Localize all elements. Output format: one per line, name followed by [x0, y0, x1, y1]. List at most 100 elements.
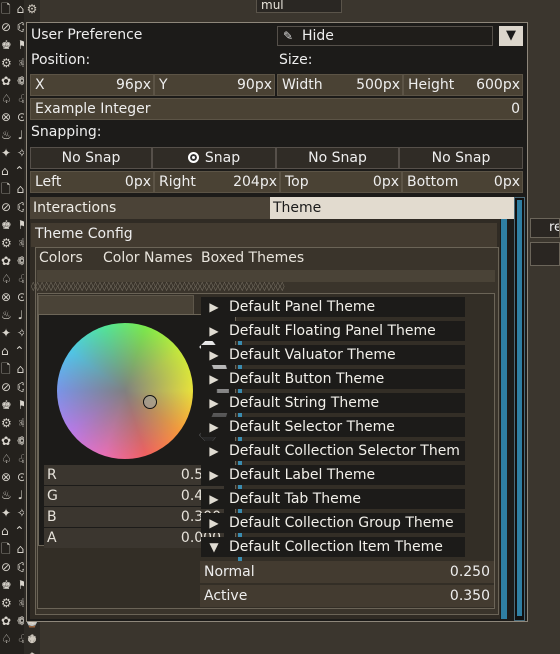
tab-interactions[interactable]: Interactions — [30, 197, 270, 219]
y-field[interactable]: Y 90px — [154, 74, 275, 96]
icon-row[interactable]: ♚ ⚑ ⚐ ⌘ ⌛ ⌚ — [0, 396, 24, 414]
theme-config-title: Theme Config — [35, 226, 133, 242]
theme-item[interactable]: ▶ Default Floating Panel Theme — [201, 321, 465, 341]
right-margin-field[interactable]: Right 204px — [154, 171, 280, 193]
theme-item[interactable]: ▶ Default Collection Selector Them — [201, 441, 465, 461]
icon-row[interactable]: ⚙ ⚛ ⚜ ⚝ ⚞ — [0, 54, 24, 72]
theme-item[interactable]: ▼ Default Collection Item Theme — [201, 537, 465, 557]
icon-row[interactable]: ♚ ⚑ ⚐ ⌘ ⌛ ⌚ — [0, 216, 24, 234]
icon-row[interactable]: 🗋 ⌂ ▦ ✎ ⌘ ☐ ♣ ❀ — [0, 180, 24, 198]
example-integer-field[interactable]: Example Integer 0 — [30, 98, 523, 120]
window-scrollbar-thumb[interactable] — [517, 200, 522, 616]
icon-row[interactable]: ⊘ ⌬ ⊕ ⌖ ⌗ ♜ ♝ — [0, 378, 24, 396]
snap-option-3[interactable]: No Snap — [276, 147, 399, 169]
theme-item[interactable]: ▶ Default Collection Group Theme — [201, 513, 465, 533]
theme-item[interactable]: ▶ Default Button Theme — [201, 369, 465, 389]
icon-row[interactable]: ✦ ✧ ✩ ✪ ✫ — [0, 324, 24, 342]
bottom-margin-field[interactable]: Bottom 0px — [402, 171, 523, 193]
subtab-colors[interactable]: Colors — [39, 247, 83, 269]
theme-item-label: Default Floating Panel Theme — [227, 321, 465, 341]
subtab-color-names[interactable]: Color Names — [103, 247, 193, 269]
icon-row[interactable]: ♤ ♧ ♡ ♢ ♠ — [0, 450, 24, 468]
active-label: Active — [204, 588, 248, 604]
icon-row[interactable]: ♤ ♧ ♡ ♢ ♠ — [0, 270, 24, 288]
icon-row[interactable]: 🗋 ⌂ ▦ ✎ ⌘ ☐ ♣ ❀ — [0, 540, 24, 558]
height-field[interactable]: Height 600px — [403, 74, 523, 96]
icon-row[interactable]: ♨ ♩ ♪ ♫ ♬ — [0, 126, 24, 144]
user-preference-window: User Preference ✎ Hide ▼ Position: Size:… — [26, 22, 528, 622]
expand-arrow-icon[interactable]: ▶ — [201, 489, 227, 509]
snap-option-2[interactable]: Snap — [152, 147, 276, 169]
icon-row[interactable]: ⊘ ⌬ ⊕ ⌖ ⌗ ♜ ♝ — [0, 18, 24, 36]
icon-row[interactable]: ⊗ ⊙ ⊚ ⊛ ⊜ — [0, 468, 24, 486]
theme-item[interactable]: ▶ Default Label Theme — [201, 465, 465, 485]
color-a-field[interactable]: A 0.000 — [44, 528, 224, 548]
icon-row[interactable]: ♚ ⚑ ⚐ ⌘ ⌛ ⌚ — [0, 576, 24, 594]
icon-row[interactable]: ⚙ ⚛ ⚜ ⚝ ⚞ — [0, 414, 24, 432]
theme-config-header[interactable]: Theme Config — [31, 223, 497, 247]
background-right-field[interactable]: re — [530, 218, 560, 238]
icon-row[interactable]: ✿ ❁ ❂ ❃ ❄ — [0, 252, 24, 270]
tab-theme[interactable]: Theme — [270, 197, 514, 219]
expand-arrow-icon[interactable]: ▶ — [201, 465, 227, 485]
subtab-boxed-themes[interactable]: Boxed Themes — [201, 247, 304, 269]
icon-row[interactable]: ⚙ ⚛ ⚜ ⚝ ⚞ — [0, 234, 24, 252]
color-wheel-cursor[interactable] — [143, 395, 157, 409]
expand-arrow-icon[interactable]: ▶ — [201, 297, 227, 317]
theme-item[interactable]: ▶ Default Panel Theme — [201, 297, 465, 317]
icon-row[interactable]: ✿ ❁ ❂ ❃ ❄ — [0, 72, 24, 90]
theme-item[interactable]: ▶ Default String Theme — [201, 393, 465, 413]
icon-row[interactable]: ⌂ ⌃ ⌄ ⌅ ⌆ — [0, 162, 24, 180]
icon-strip-row[interactable]: ⚙ ⚛ ⚜ ⚝ ⚞ — [24, 0, 40, 88]
icon-row[interactable]: ✿ ❁ ❂ ❃ ❄ — [0, 432, 24, 450]
icon-row[interactable]: ♨ ♩ ♪ ♫ ♬ — [0, 306, 24, 324]
top-margin-field[interactable]: Top 0px — [280, 171, 402, 193]
icon-row[interactable]: ♚ ⚑ ⚐ ⌘ ⌛ ⌚ — [0, 36, 24, 54]
expand-arrow-icon[interactable]: ▼ — [201, 537, 227, 557]
theme-item[interactable]: ▶ Default Valuator Theme — [201, 345, 465, 365]
visibility-selector[interactable]: ✎ Hide — [277, 26, 493, 46]
expand-arrow-icon[interactable]: ▶ — [201, 345, 227, 365]
size-label: Size: — [279, 52, 313, 68]
icon-row[interactable]: ✦ ✧ ✩ ✪ ✫ — [0, 144, 24, 162]
expand-arrow-icon[interactable]: ▶ — [201, 393, 227, 413]
icon-row[interactable]: ⊗ ⊙ ⊚ ⊛ ⊜ — [0, 288, 24, 306]
icon-row[interactable]: ⊘ ⌬ ⊕ ⌖ ⌗ ♜ ♝ — [0, 558, 24, 576]
icon-row[interactable]: 🗋 ⌂ ▦ ✎ ⌘ ☐ ♣ ❀ — [0, 0, 24, 18]
icon-row[interactable]: ⊘ ⌬ ⊕ ⌖ ⌗ ♜ ♝ — [0, 198, 24, 216]
icon-row[interactable]: ⌂ ⌃ ⌄ ⌅ ⌆ — [0, 522, 24, 540]
icon-row[interactable]: ♤ ♧ ♡ ♢ ♠ — [0, 90, 24, 108]
background-tab[interactable]: mul — [256, 0, 342, 13]
icon-row[interactable]: ✦ ✧ ✩ ✪ ✫ — [0, 504, 24, 522]
expand-arrow-icon[interactable]: ▶ — [201, 441, 227, 461]
window-scrollbar[interactable] — [514, 197, 525, 621]
icon-strip-row[interactable]: ✦ ✧ ✩ ✪ ✫ — [24, 630, 40, 654]
icon-row[interactable]: ✿ ❁ ❂ ❃ ❄ — [0, 612, 24, 630]
x-field[interactable]: X 96px — [30, 74, 154, 96]
left-margin-field[interactable]: Left 0px — [30, 171, 154, 193]
expand-arrow-icon[interactable]: ▶ — [201, 513, 227, 533]
theme-item[interactable]: ▶ Default Selector Theme — [201, 417, 465, 437]
snap-option-4[interactable]: No Snap — [399, 147, 523, 169]
normal-value-field[interactable]: Normal 0.250 — [200, 561, 494, 583]
window-titlebar[interactable]: User Preference ✎ Hide ▼ — [27, 23, 527, 47]
color-b-field[interactable]: B 0.300 — [44, 507, 224, 527]
dropdown-button[interactable]: ▼ — [499, 26, 523, 46]
snap-option-1[interactable]: No Snap — [30, 147, 152, 169]
icon-row[interactable]: 🗋 ⌂ ▦ ✎ ⌘ ☐ ♣ ❀ — [0, 360, 24, 378]
icon-row[interactable]: ⌂ ⌃ ⌄ ⌅ ⌆ — [0, 342, 24, 360]
color-wheel[interactable] — [57, 323, 193, 459]
expand-arrow-icon[interactable]: ▶ — [201, 321, 227, 341]
icon-row[interactable]: ♨ ♩ ♪ ♫ ♬ — [0, 486, 24, 504]
color-g-field[interactable]: G 0.400 — [44, 486, 224, 506]
theme-item[interactable]: ▶ Default Tab Theme — [201, 489, 465, 509]
width-field[interactable]: Width 500px — [277, 74, 403, 96]
icon-row[interactable]: ⊗ ⊙ ⊚ ⊛ ⊜ — [0, 108, 24, 126]
theme-panel-scrollbar[interactable] — [501, 219, 507, 619]
icon-row[interactable]: ⚙ ⚛ ⚜ ⚝ ⚞ — [0, 594, 24, 612]
color-r-field[interactable]: R 0.500 — [44, 465, 224, 485]
expand-arrow-icon[interactable]: ▶ — [201, 417, 227, 437]
expand-arrow-icon[interactable]: ▶ — [201, 369, 227, 389]
active-value-field[interactable]: Active 0.350 — [200, 585, 494, 607]
icon-row[interactable]: ♤ ♧ ♡ ♢ ♠ — [0, 630, 24, 648]
